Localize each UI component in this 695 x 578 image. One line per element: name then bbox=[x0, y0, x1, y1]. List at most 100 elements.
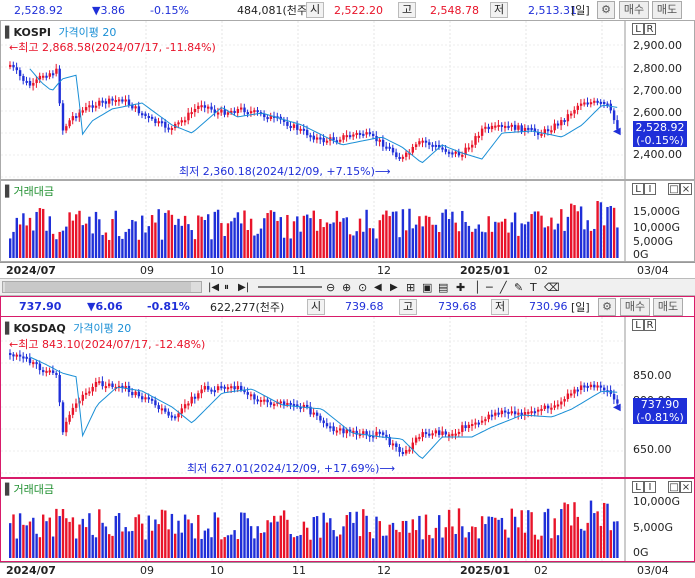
kosdaq-volume-panel[interactable]: ▌거래대금 L I □ × 10,000G 5,000G 0G bbox=[0, 478, 695, 562]
volume-bar bbox=[342, 526, 345, 558]
volume-bar bbox=[243, 210, 246, 258]
volume-bar bbox=[477, 538, 480, 558]
candle bbox=[454, 433, 457, 436]
chart-icon[interactable]: ▤ bbox=[438, 281, 448, 294]
kosdaq-buy-button[interactable]: 매수 bbox=[620, 297, 650, 316]
kospi-period[interactable]: [일] bbox=[571, 2, 590, 18]
kosdaq-volume-chart[interactable] bbox=[1, 479, 694, 561]
volume-bar bbox=[45, 521, 48, 558]
crosshair-icon[interactable]: ✚ bbox=[456, 281, 465, 294]
candle bbox=[58, 374, 61, 403]
candle bbox=[513, 124, 517, 130]
kosdaq-panel-lr-icon[interactable]: L bbox=[632, 319, 644, 331]
volume-bar bbox=[401, 520, 405, 558]
kosdaq-settings-icon[interactable]: ⚙ bbox=[598, 297, 616, 316]
candle bbox=[167, 411, 170, 416]
next-icon[interactable]: ▶ bbox=[390, 282, 398, 293]
volume-bar bbox=[556, 535, 560, 558]
candle bbox=[144, 113, 147, 117]
candle bbox=[352, 134, 355, 137]
volume-bar bbox=[210, 239, 213, 258]
kosdaq-sell-button[interactable]: 매도 bbox=[653, 297, 683, 316]
volume-bar bbox=[55, 508, 58, 558]
kosdaq-vol-l-icon[interactable]: L bbox=[632, 481, 644, 493]
text-icon[interactable]: T bbox=[530, 281, 537, 294]
volume-bar bbox=[104, 526, 108, 558]
kospi-vol-r-icon[interactable]: I bbox=[644, 183, 656, 195]
volume-bar bbox=[299, 231, 302, 258]
kosdaq-vol-min-icon[interactable]: □ bbox=[668, 481, 680, 493]
volume-bar bbox=[68, 521, 71, 558]
fit-icon[interactable]: ⊞ bbox=[406, 281, 415, 294]
volume-bar bbox=[339, 221, 342, 258]
kospi-panel-lr-icon[interactable]: L bbox=[632, 23, 644, 35]
candle bbox=[94, 105, 98, 108]
vline-icon[interactable]: │ bbox=[474, 281, 481, 294]
chart-scrollbar[interactable] bbox=[2, 281, 202, 293]
kosdaq-vol-close-icon[interactable]: × bbox=[680, 481, 692, 493]
chart-scroll-thumb[interactable] bbox=[5, 282, 191, 292]
y-tick-label: 10,000G bbox=[633, 495, 681, 508]
volume-bar bbox=[299, 534, 302, 558]
candle bbox=[540, 133, 543, 136]
zoom-reset-icon[interactable]: ⊙ bbox=[358, 281, 367, 294]
kospi-buy-button[interactable]: 매수 bbox=[619, 1, 649, 19]
candle bbox=[42, 75, 45, 78]
kospi-vol-l-icon[interactable]: L bbox=[632, 183, 644, 195]
volume-bar bbox=[249, 218, 253, 258]
kospi-vol-min-icon[interactable]: □ bbox=[668, 183, 680, 195]
kosdaq-panel-r-icon[interactable]: R bbox=[644, 319, 656, 331]
pause-icon[interactable]: ⏸ bbox=[224, 282, 229, 293]
kosdaq-x-label: 11 bbox=[292, 564, 306, 577]
candle bbox=[523, 411, 527, 416]
prev-icon[interactable]: ◀ bbox=[374, 282, 382, 293]
volume-bar bbox=[84, 223, 88, 258]
draw-icon[interactable]: ✎ bbox=[514, 281, 523, 294]
kospi-price-panel[interactable]: ▌KOSPI 가격이평 20 ←최고 2,868.58(2024/07/17, … bbox=[0, 20, 695, 180]
volume-bar bbox=[461, 210, 464, 258]
volume-bar bbox=[160, 239, 164, 258]
zoom-out-icon[interactable]: ⊖ bbox=[326, 281, 335, 294]
candle bbox=[405, 450, 408, 454]
candle bbox=[477, 422, 480, 425]
kosdaq-low: 730.96 bbox=[529, 300, 568, 313]
erase-icon[interactable]: ⌫ bbox=[544, 281, 560, 294]
volume-bar bbox=[411, 519, 414, 558]
hline-icon[interactable]: ─ bbox=[486, 281, 493, 294]
kosdaq-vol-r-icon[interactable]: I bbox=[644, 481, 656, 493]
full-icon[interactable]: ▣ bbox=[422, 281, 432, 294]
zoom-in-icon[interactable]: ⊕ bbox=[342, 281, 351, 294]
kospi-panel-r-icon[interactable]: R bbox=[644, 23, 656, 35]
kospi-high-note: ←최고 2,868.58(2024/07/17, -11.84%) bbox=[9, 41, 216, 54]
kosdaq-period[interactable]: [일] bbox=[571, 299, 590, 315]
volume-bar bbox=[259, 532, 263, 558]
candle bbox=[174, 416, 177, 419]
candle bbox=[507, 125, 510, 128]
kospi-volume-chart[interactable] bbox=[1, 181, 694, 261]
candle bbox=[28, 81, 32, 86]
candle bbox=[540, 408, 543, 411]
kospi-sell-button[interactable]: 매도 bbox=[652, 1, 682, 19]
volume-bar bbox=[560, 209, 563, 258]
trendline-icon[interactable]: ╱ bbox=[500, 281, 507, 294]
candle bbox=[75, 116, 78, 119]
candle bbox=[48, 73, 51, 77]
candle bbox=[530, 411, 533, 414]
volume-bar bbox=[216, 517, 220, 558]
volume-bar bbox=[236, 212, 240, 258]
volume-bar bbox=[484, 524, 487, 558]
kospi-settings-icon[interactable]: ⚙ bbox=[597, 1, 615, 19]
volume-bar bbox=[141, 215, 144, 258]
zoom-slider[interactable] bbox=[258, 286, 322, 288]
candle bbox=[84, 392, 88, 395]
volume-bar bbox=[15, 538, 18, 558]
scroll-last-icon[interactable]: ▶| bbox=[238, 282, 249, 293]
candle bbox=[150, 398, 154, 401]
volume-bar bbox=[230, 221, 233, 258]
kospi-volume-panel[interactable]: ▌거래대금 L I □ × 15,000G 10,000G 5,000G 0G bbox=[0, 180, 695, 262]
kospi-vol-close-icon[interactable]: × bbox=[680, 183, 692, 195]
kospi-xaxis: 2024/07 09 10 11 12 2025/01 02 03/04 bbox=[0, 262, 695, 278]
volume-bar bbox=[240, 512, 243, 558]
kosdaq-price-panel[interactable]: ▌KOSDAQ 가격이평 20 ←최고 843.10(2024/07/17, -… bbox=[0, 316, 695, 478]
scroll-first-icon[interactable]: |◀ bbox=[208, 282, 219, 293]
